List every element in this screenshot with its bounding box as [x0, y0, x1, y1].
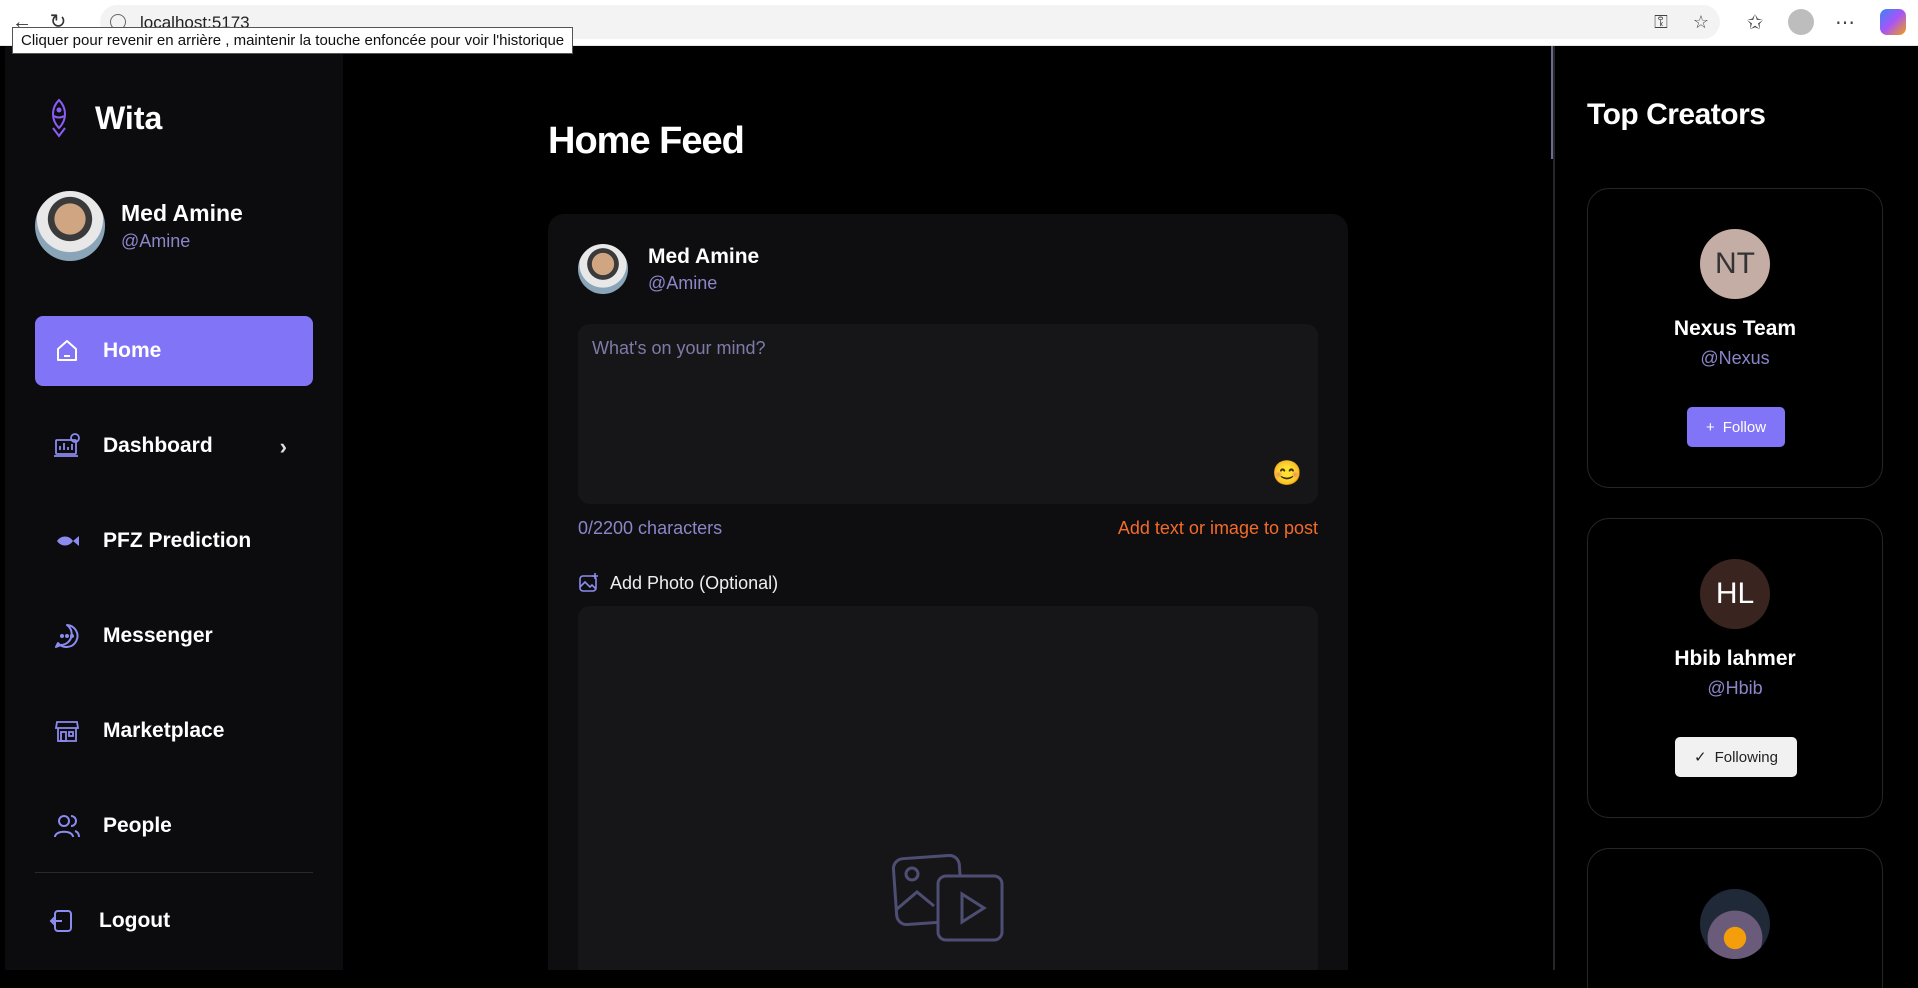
composer-author-name: Med Amine [648, 244, 760, 268]
top-creators-panel: Top Creators NT Nexus Team @Nexus + Foll… [1553, 46, 1913, 988]
key-icon[interactable]: ⚿ [1650, 11, 1672, 33]
composer-author: Med Amine @Amine [578, 244, 759, 294]
following-button[interactable]: ✓ Following [1675, 737, 1797, 777]
user-handle: @Amine [121, 231, 191, 251]
sidebar-nav: Home Dashboard › PFZ Prediction Messenge… [35, 316, 313, 886]
divider [35, 872, 313, 873]
brand[interactable]: Wita [41, 96, 162, 140]
creator-name: Nexus Team [1673, 317, 1797, 340]
chat-icon [55, 624, 79, 648]
creator-card[interactable] [1587, 848, 1883, 988]
chevron-right-icon[interactable]: › [280, 434, 287, 460]
fish-logo-icon [52, 98, 66, 138]
page-title: Home Feed [548, 120, 745, 162]
app-root: Wita Med Amine @Amine Home Dashboard › P… [5, 46, 1913, 988]
sidebar-item-people[interactable]: People [35, 791, 313, 861]
sidebar-item-label: Home [103, 339, 162, 362]
creator-name: Hbib lahmer [1674, 647, 1796, 670]
sidebar-item-label: Messenger [103, 624, 213, 647]
sidebar-item-label: Marketplace [103, 719, 225, 742]
sidebar-item-home[interactable]: Home [35, 316, 313, 386]
sidebar-item-messenger[interactable]: Messenger [35, 601, 313, 671]
logout-label: Logout [99, 909, 171, 932]
composer-author-handle: @Amine [648, 272, 718, 293]
creator-card[interactable]: HL Hbib lahmer @Hbib ✓ Following [1587, 518, 1883, 818]
creator-card[interactable]: NT Nexus Team @Nexus + Follow [1587, 188, 1883, 488]
fish-icon [57, 536, 79, 546]
emoji-icon[interactable]: 😊 [1272, 459, 1302, 488]
sidebar-item-marketplace[interactable]: Marketplace [35, 696, 313, 766]
sidebar-item-label: PFZ Prediction [103, 529, 252, 552]
add-photo-text: Add Photo (Optional) [610, 572, 779, 593]
more-icon[interactable]: ⋯ [1832, 10, 1858, 36]
brand-name: Wita [95, 99, 163, 136]
avatar[interactable]: NT [1700, 229, 1770, 299]
post-placeholder: What's on your mind? [592, 338, 766, 358]
user-name: Med Amine [121, 200, 243, 226]
avatar[interactable] [578, 244, 628, 294]
follow-button-label: Follow [1722, 418, 1767, 436]
image-plus-icon [579, 573, 598, 592]
sidebar-item-label: Dashboard [103, 434, 213, 457]
logout-button[interactable]: Logout [35, 896, 313, 946]
copilot-icon[interactable] [1880, 9, 1906, 35]
follow-button[interactable]: + Follow [1687, 407, 1785, 447]
photo-dropzone[interactable] [578, 606, 1318, 970]
character-counter: 0/2200 characters [578, 518, 723, 538]
avatar[interactable] [35, 191, 105, 261]
following-button-label: Following [1714, 748, 1778, 766]
logout-icon [49, 910, 72, 932]
sidebar-item-pfz-prediction[interactable]: PFZ Prediction [35, 506, 313, 576]
creator-handle: @Nexus [1700, 348, 1770, 368]
media-placeholder-icon [892, 854, 1004, 942]
user-card[interactable]: Med Amine @Amine [35, 191, 243, 261]
dashboard-icon [54, 433, 80, 457]
profile-icon[interactable] [1788, 9, 1814, 35]
sidebar-item-label: People [103, 814, 172, 837]
sidebar: Wita Med Amine @Amine Home Dashboard › P… [5, 46, 343, 970]
add-photo-label[interactable]: Add Photo (Optional) [578, 572, 778, 594]
home-icon [57, 340, 77, 361]
star-icon[interactable]: ☆ [1690, 11, 1712, 33]
store-icon [54, 721, 80, 742]
check-icon: ✓ [1694, 749, 1707, 766]
sidebar-item-dashboard[interactable]: Dashboard › [35, 411, 313, 481]
avatar[interactable] [1700, 889, 1770, 959]
back-tooltip: Cliquer pour revenir en arrière , mainte… [12, 27, 574, 54]
top-creators-title: Top Creators [1587, 98, 1766, 131]
creator-handle: @Hbib [1707, 678, 1763, 698]
post-text-input[interactable]: What's on your mind? 😊 [578, 324, 1318, 504]
plus-icon: + [1705, 418, 1715, 436]
favorites-icon[interactable]: ✩ [1742, 10, 1768, 36]
post-hint: Add text or image to post [1117, 518, 1318, 538]
post-composer: Med Amine @Amine What's on your mind? 😊 … [548, 214, 1348, 970]
avatar[interactable]: HL [1700, 559, 1770, 629]
people-icon [54, 815, 80, 838]
